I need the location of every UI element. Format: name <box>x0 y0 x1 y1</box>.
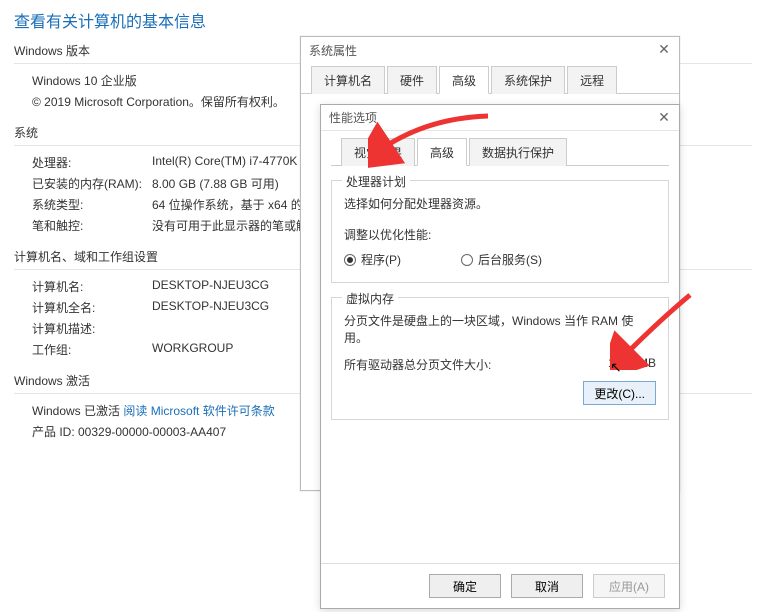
perf-tabstrip: 视觉效果 高级 数据执行保护 <box>331 137 669 166</box>
tab-remote[interactable]: 远程 <box>567 66 617 94</box>
pcname-value: DESKTOP-NJEU3CG <box>152 278 269 295</box>
radio-background-dot <box>461 254 473 266</box>
processor-scheduling-group: 处理器计划 选择如何分配处理器资源。 调整以优化性能: 程序(P) 后台服务(S… <box>331 180 669 283</box>
activation-status-text: Windows 已激活 <box>32 404 123 418</box>
tab-computer-name[interactable]: 计算机名 <box>311 66 385 94</box>
sysprops-tabstrip: 计算机名 硬件 高级 系统保护 远程 <box>301 65 679 94</box>
cursor-icon: ↖ <box>610 359 622 376</box>
performance-options-dialog: 性能选项 ✕ 视觉效果 高级 数据执行保护 处理器计划 选择如何分配处理器资源。… <box>320 104 680 609</box>
systype-label: 系统类型: <box>32 196 152 213</box>
cancel-button[interactable]: 取消 <box>511 574 583 598</box>
sysprops-titlebar[interactable]: 系统属性 ✕ <box>301 37 679 63</box>
tab-system-protection[interactable]: 系统保护 <box>491 66 565 94</box>
radio-background[interactable]: 后台服务(S) <box>461 251 542 268</box>
pcdesc-label: 计算机描述: <box>32 320 152 337</box>
vm-total-label: 所有驱动器总分页文件大小: <box>344 356 491 373</box>
proc-group-title: 处理器计划 <box>342 173 410 190</box>
radio-background-label: 后台服务(S) <box>478 251 542 268</box>
wg-value: WORKGROUP <box>152 341 233 358</box>
proc-adjust-label: 调整以优化性能: <box>344 226 656 243</box>
perf-footer: 确定 取消 应用(A) <box>321 563 679 608</box>
proc-text: 选择如何分配处理器资源。 <box>344 195 656 212</box>
close-icon[interactable]: ✕ <box>653 39 675 59</box>
page-title: 查看有关计算机的基本信息 <box>14 8 752 32</box>
ram-value: 8.00 GB (7.88 GB 可用) <box>152 175 279 192</box>
cpu-label: 处理器: <box>32 154 152 171</box>
radio-programs-dot <box>344 254 356 266</box>
wg-label: 工作组: <box>32 341 152 358</box>
perf-titlebar[interactable]: 性能选项 ✕ <box>321 105 679 131</box>
apply-button: 应用(A) <box>593 574 665 598</box>
vm-group-title: 虚拟内存 <box>342 290 398 307</box>
close-icon[interactable]: ✕ <box>653 107 675 127</box>
ok-button[interactable]: 确定 <box>429 574 501 598</box>
ram-label: 已安装的内存(RAM): <box>32 175 152 192</box>
tab-hardware[interactable]: 硬件 <box>387 66 437 94</box>
tab-dep[interactable]: 数据执行保护 <box>469 138 567 166</box>
change-button[interactable]: 更改(C)... <box>583 381 656 405</box>
pcfull-value: DESKTOP-NJEU3CG <box>152 299 269 316</box>
radio-programs[interactable]: 程序(P) <box>344 251 401 268</box>
pcname-label: 计算机名: <box>32 278 152 295</box>
tab-perf-advanced[interactable]: 高级 <box>417 138 467 166</box>
perf-title: 性能选项 <box>329 109 377 126</box>
tab-visual-effects[interactable]: 视觉效果 <box>341 138 415 166</box>
radio-programs-label: 程序(P) <box>361 251 401 268</box>
tab-advanced[interactable]: 高级 <box>439 66 489 94</box>
vm-text: 分页文件是硬盘上的一块区域，Windows 当作 RAM 使用。 <box>344 312 656 346</box>
license-terms-link[interactable]: 阅读 Microsoft 软件许可条款 <box>123 404 274 418</box>
pen-label: 笔和触控: <box>32 217 152 234</box>
pcfull-label: 计算机全名: <box>32 299 152 316</box>
sysprops-title: 系统属性 <box>309 42 357 59</box>
